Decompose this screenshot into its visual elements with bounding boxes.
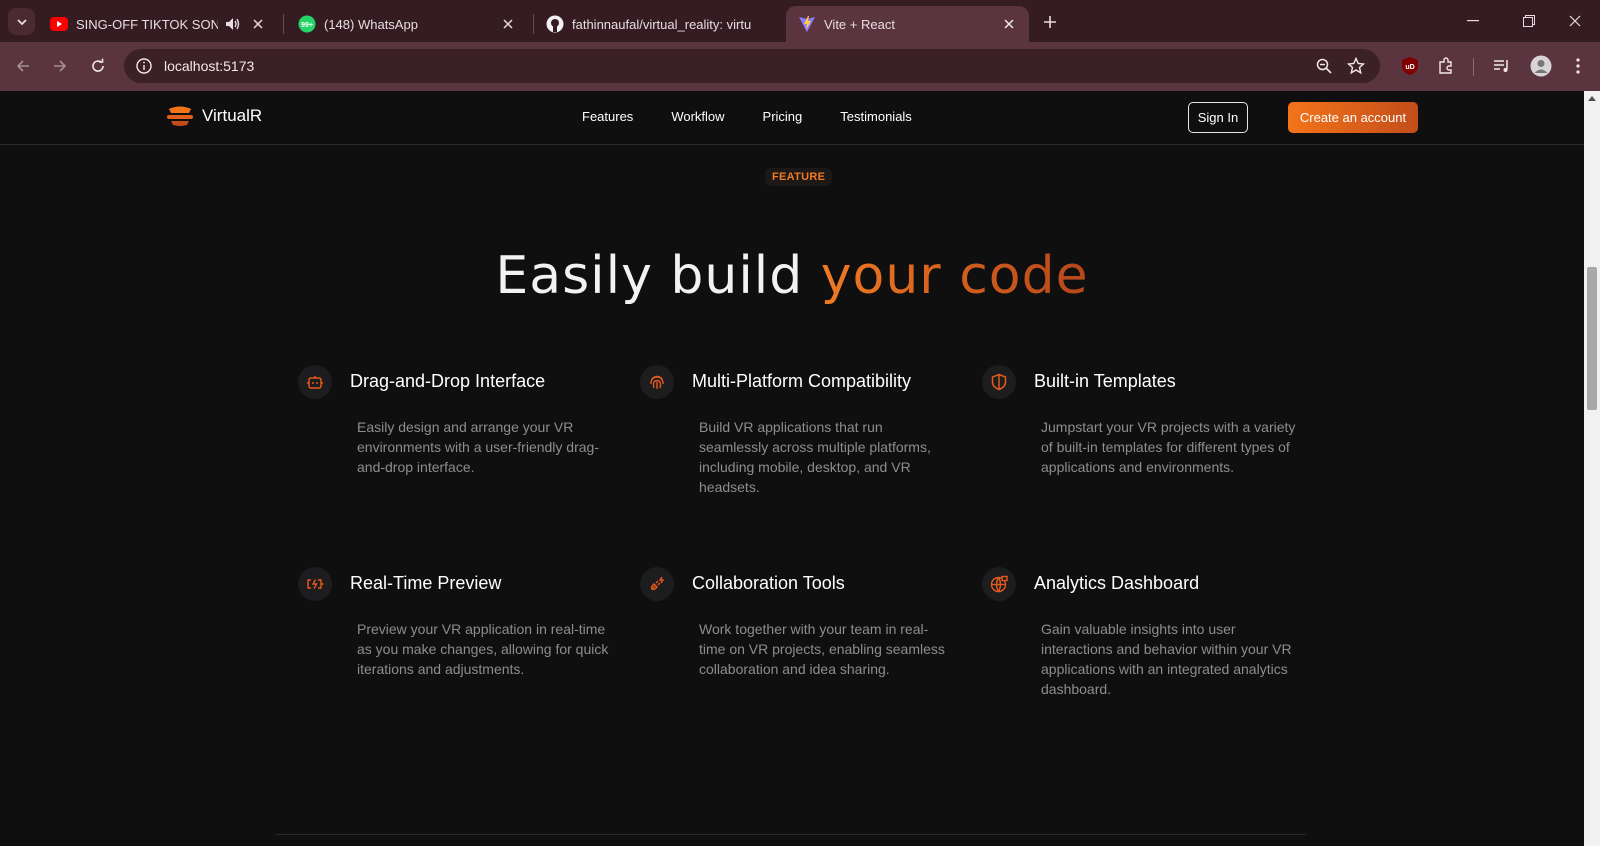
ublock-extension-icon[interactable]: uD <box>1398 54 1422 78</box>
web-page: VirtualR Features Workflow Pricing Testi… <box>0 91 1584 846</box>
feature-description: Preview your VR application in real-time… <box>357 621 609 677</box>
feature-title: Multi-Platform Compatibility <box>692 371 912 391</box>
minimize-button[interactable] <box>1450 8 1496 34</box>
arrow-left-icon <box>16 60 29 72</box>
bookmark-star-icon[interactable] <box>1346 56 1366 76</box>
whatsapp-icon: 99+ <box>298 15 316 33</box>
browser-tab-youtube[interactable]: SING-OFF TIKTOK SONGS P <box>38 6 278 42</box>
feature-description: Work together with your team in real-tim… <box>699 621 945 677</box>
feature-title: Drag-and-Drop Interface <box>350 371 546 391</box>
new-tab-button[interactable] <box>1038 10 1062 34</box>
forward-button[interactable] <box>47 53 73 79</box>
battery-charging-icon <box>298 567 332 601</box>
page-scrollbar[interactable] <box>1584 91 1600 846</box>
scroll-up-arrow-icon[interactable] <box>1588 95 1596 103</box>
minimize-icon <box>1467 20 1479 22</box>
zoom-icon[interactable] <box>1314 56 1334 76</box>
close-icon <box>1569 15 1581 27</box>
tab-separator <box>283 14 284 34</box>
toolbar-divider <box>1473 58 1474 76</box>
youtube-icon <box>50 15 68 33</box>
close-window-button[interactable] <box>1552 8 1598 34</box>
feature-description: Easily design and arrange your VR enviro… <box>357 419 599 475</box>
nav-link-features[interactable]: Features <box>582 109 633 124</box>
feature-title: Analytics Dashboard <box>1034 573 1200 593</box>
feature-title: Real-Time Preview <box>350 573 502 593</box>
close-tab-icon[interactable] <box>500 16 516 32</box>
bot-icon <box>298 365 332 399</box>
menu-kebab-icon[interactable] <box>1566 54 1590 78</box>
section-badge: FEATURE <box>765 168 833 186</box>
back-button[interactable] <box>10 53 36 79</box>
sign-in-button[interactable]: Sign In <box>1188 102 1248 133</box>
section-headline: Easily build your code <box>0 246 1584 306</box>
close-tab-icon[interactable] <box>250 16 266 32</box>
browser-tab-vite[interactable]: Vite + React <box>786 6 1029 42</box>
plug-zap-icon <box>640 567 674 601</box>
site-logo[interactable]: VirtualR <box>166 105 262 127</box>
address-bar[interactable]: localhost:5173 <box>124 49 1380 83</box>
tab-search-button[interactable] <box>8 8 35 35</box>
svg-text:uD: uD <box>1405 64 1414 71</box>
plus-icon <box>1044 16 1056 28</box>
speaker-icon[interactable] <box>224 15 242 33</box>
virtualr-logo-icon <box>167 106 193 126</box>
extensions-puzzle-icon[interactable] <box>1434 54 1458 78</box>
scrollbar-thumb[interactable] <box>1587 267 1597 410</box>
brand-name: VirtualR <box>202 106 263 125</box>
section-divider <box>276 834 1306 835</box>
browser-tab-github[interactable]: fathinnaufal/virtual_reality: virtu <box>534 6 776 42</box>
headline-accent: your code <box>820 246 1089 306</box>
tab-title: fathinnaufal/virtual_reality: virtu <box>572 16 752 32</box>
media-control-icon[interactable] <box>1490 54 1514 78</box>
feature-title: Built-in Templates <box>1034 371 1176 391</box>
arrow-right-icon <box>54 60 67 72</box>
tab-title: Vite + React <box>824 16 895 32</box>
feature-description: Jumpstart your VR projects with a variet… <box>1041 419 1296 475</box>
tab-title: (148) WhatsApp <box>324 16 418 32</box>
reload-icon <box>92 58 104 72</box>
vite-icon <box>798 15 816 33</box>
fingerprint-icon <box>640 365 674 399</box>
github-icon <box>546 15 564 33</box>
nav-links: Features Workflow Pricing Testimonials <box>582 109 950 124</box>
site-navbar: VirtualR Features Workflow Pricing Testi… <box>0 91 1584 145</box>
globe-lock-icon <box>982 567 1016 601</box>
feature-description: Build VR applications that run seamlessl… <box>699 419 931 495</box>
headline-main: Easily build <box>495 246 821 306</box>
browser-toolbar: localhost:5173 uD <box>0 42 1600 91</box>
chevron-down-icon <box>16 18 27 25</box>
browser-tab-bar: SING-OFF TIKTOK SONGS P 99+ (148) WhatsA… <box>0 0 1600 42</box>
feature-description: Gain valuable insights into user interac… <box>1041 621 1292 697</box>
nav-link-testimonials[interactable]: Testimonials <box>840 109 912 124</box>
url-text: localhost:5173 <box>164 58 255 74</box>
restore-icon <box>1523 15 1535 27</box>
restore-button[interactable] <box>1506 8 1552 34</box>
browser-tab-whatsapp[interactable]: 99+ (148) WhatsApp <box>286 6 528 42</box>
create-account-button[interactable]: Create an account <box>1288 102 1418 133</box>
tab-title: SING-OFF TIKTOK SONGS P <box>76 16 218 32</box>
profile-avatar[interactable] <box>1529 54 1553 78</box>
site-info-icon[interactable] <box>134 56 154 76</box>
nav-link-pricing[interactable]: Pricing <box>763 109 803 124</box>
svg-text:99+: 99+ <box>301 22 313 29</box>
close-tab-icon[interactable] <box>1001 16 1017 32</box>
shield-half-icon <box>982 365 1016 399</box>
feature-title: Collaboration Tools <box>692 573 845 593</box>
nav-link-workflow[interactable]: Workflow <box>671 109 724 124</box>
reload-button[interactable] <box>85 53 111 79</box>
